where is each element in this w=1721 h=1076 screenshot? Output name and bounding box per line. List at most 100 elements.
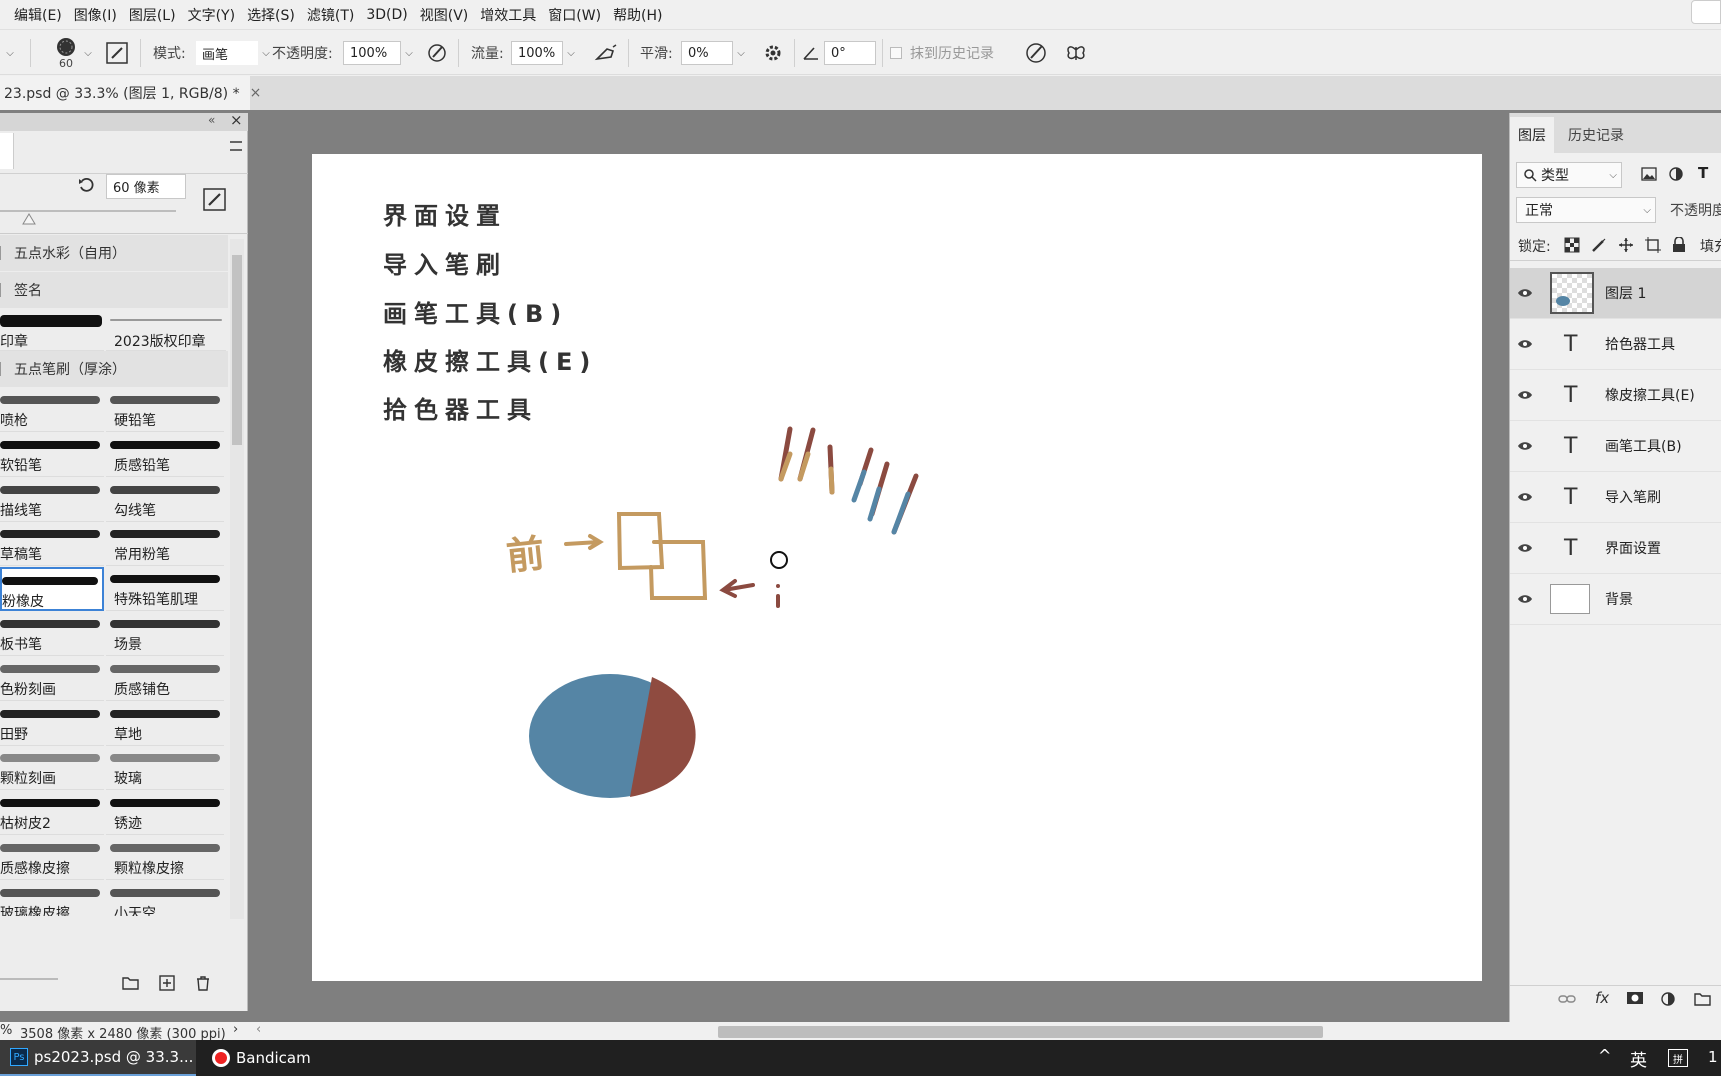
menu-type[interactable]: 文字(Y) (182, 5, 241, 25)
ime-language-indicator[interactable]: 英 (1630, 1046, 1647, 1071)
new-brush-button[interactable] (203, 188, 227, 216)
brush-preset[interactable]: 质感橡皮擦 (0, 836, 104, 880)
brush-size-input[interactable]: 60 像素 (106, 174, 186, 199)
menu-view[interactable]: 视图(V) (414, 5, 475, 25)
smoothing-options-button[interactable] (763, 31, 783, 75)
visibility-eye-icon[interactable] (1510, 288, 1540, 298)
layer-row[interactable]: 背景 (1510, 574, 1721, 625)
brush-preset[interactable]: 田野 (0, 702, 104, 746)
visibility-eye-icon[interactable] (1510, 543, 1540, 553)
brush-preset[interactable]: 粉橡皮 (0, 567, 104, 612)
smoothing-input[interactable]: 0% ⌵ (681, 31, 749, 75)
filter-adjustment-button[interactable] (1668, 166, 1684, 186)
filter-type-icon[interactable]: T (1698, 164, 1708, 182)
visibility-eye-icon[interactable] (1510, 339, 1540, 349)
flow-input[interactable]: 100% ⌵ (511, 31, 579, 75)
brush-preset[interactable]: 板书笔 (0, 612, 104, 656)
menu-help[interactable]: 帮助(H) (607, 5, 668, 25)
panel-menu-icon[interactable] (230, 141, 242, 151)
size-slider-thumb[interactable] (22, 213, 36, 225)
link-layers-button[interactable] (1558, 993, 1576, 1009)
filter-pixel-button[interactable] (1641, 166, 1657, 186)
preview-slider[interactable] (0, 978, 58, 980)
menu-select[interactable]: 选择(S) (241, 5, 301, 25)
layer-row[interactable]: T 拾色器工具 (1510, 319, 1721, 370)
brush-settings-toggle[interactable] (106, 31, 128, 75)
taskbar-photoshop-item[interactable]: Ps ps2023.psd @ 33.3... (0, 1040, 196, 1076)
opacity-input[interactable]: 100% ⌵ (343, 31, 417, 75)
symmetry-button[interactable] (1064, 31, 1088, 75)
brush-preset[interactable]: 锈迹 (106, 791, 224, 836)
scrollbar-thumb[interactable] (232, 255, 242, 445)
visibility-eye-icon[interactable] (1510, 594, 1540, 604)
document-canvas[interactable]: 界面设置 导入笔刷 画笔工具(B) 橡皮擦工具(E) 拾色器工具 前 (312, 154, 1482, 981)
blend-mode-select[interactable]: 正常 ⌵ (1516, 197, 1656, 223)
window-control[interactable] (1691, 0, 1721, 24)
angle-input[interactable]: 0° (824, 31, 876, 75)
brush-preset[interactable]: 玻璃橡皮擦 (0, 881, 104, 916)
erase-to-history-checkbox[interactable]: 抹到历史记录 (890, 31, 994, 75)
brush-preset[interactable]: 常用粉笔 (106, 522, 224, 567)
new-group-button[interactable] (1694, 991, 1712, 1011)
menu-filter[interactable]: 滤镜(T) (301, 5, 360, 25)
brush-preset[interactable]: 场景 (106, 612, 224, 656)
lock-pixels-button[interactable] (1591, 237, 1607, 257)
airbrush-button[interactable] (594, 31, 618, 75)
brush-preset[interactable]: 小天空 (106, 881, 224, 916)
menu-image[interactable]: 图像(I) (68, 5, 123, 25)
menu-plugins[interactable]: 增效工具 (474, 5, 542, 25)
adjustment-layer-button[interactable] (1660, 991, 1676, 1011)
brush-preset[interactable]: 硬铅笔 (106, 388, 224, 432)
collapse-icon[interactable]: « (208, 113, 215, 127)
tab-layers[interactable]: 图层 (1510, 117, 1554, 153)
brush-preset-dropdown[interactable]: ⌵ (80, 31, 96, 75)
ime-mode-icon[interactable]: 拼 (1668, 1049, 1688, 1067)
brush-list-scrollbar[interactable] (230, 239, 244, 919)
zoom-readout[interactable]: % (0, 1023, 12, 1038)
brush-preset[interactable]: 特殊铅笔肌理 (106, 567, 224, 612)
tab-history[interactable]: 历史记录 (1560, 117, 1632, 153)
layer-row[interactable]: T 橡皮擦工具(E) (1510, 370, 1721, 421)
size-slider-track[interactable] (0, 210, 176, 212)
brush-group[interactable]: 五点水彩（自用） (0, 235, 228, 271)
layer-filter-select[interactable]: 类型 ⌵ (1516, 162, 1622, 188)
lock-all-button[interactable] (1672, 236, 1686, 257)
visibility-eye-icon[interactable] (1510, 390, 1540, 400)
layer-row[interactable]: T 导入笔刷 (1510, 472, 1721, 523)
layer-row[interactable]: T 界面设置 (1510, 523, 1721, 574)
menu-3d[interactable]: 3D(D) (360, 7, 413, 23)
visibility-eye-icon[interactable] (1510, 492, 1540, 502)
brush-preset[interactable]: 质感铅笔 (106, 433, 224, 477)
layer-row[interactable]: T 画笔工具(B) (1510, 421, 1721, 472)
brush-group[interactable]: 五点笔刷（厚涂） (0, 351, 228, 387)
visibility-eye-icon[interactable] (1510, 441, 1540, 451)
pressure-size-button[interactable] (1024, 31, 1048, 75)
brush-preset[interactable]: 勾线笔 (106, 478, 224, 522)
close-tab-icon[interactable]: × (250, 85, 262, 101)
status-menu-arrow-icon[interactable]: › (233, 1022, 238, 1037)
mode-select[interactable]: 画笔 ⌵ (196, 31, 274, 75)
brush-preset[interactable]: 质感铺色 (106, 657, 224, 701)
taskbar-bandicam-item[interactable]: Bandicam (206, 1040, 336, 1076)
tool-preset-dropdown[interactable]: ⌵ (2, 31, 18, 75)
brush-preset[interactable]: 颗粒橡皮擦 (106, 836, 224, 880)
brush-preset[interactable]: 描线笔 (0, 478, 104, 522)
brush-preset[interactable]: 印章 (0, 309, 104, 351)
lock-artboard-button[interactable] (1645, 237, 1661, 257)
brush-preset[interactable]: 色粉刻画 (0, 657, 104, 701)
fx-icon[interactable]: fx (1595, 989, 1609, 1007)
brush-preset[interactable]: 枯树皮2 (0, 791, 104, 836)
opacity-pressure-button[interactable] (426, 31, 448, 75)
scroll-left-icon[interactable]: ‹ (256, 1022, 261, 1037)
brush-preset[interactable]: 软铅笔 (0, 433, 104, 477)
lock-transparent-button[interactable] (1564, 237, 1580, 257)
brush-group[interactable]: 签名 (0, 272, 228, 308)
document-tab[interactable]: 23.psd @ 33.3% (图层 1, RGB/8) * × (0, 76, 261, 110)
menu-edit[interactable]: 编辑(E) (8, 5, 68, 25)
delete-brush-button[interactable] (195, 975, 211, 996)
new-group-button[interactable] (122, 975, 140, 995)
reset-size-button[interactable] (77, 176, 95, 198)
close-icon[interactable]: × (230, 111, 243, 129)
panel-tab[interactable] (0, 133, 14, 169)
new-brush-preset-button[interactable] (159, 975, 175, 995)
